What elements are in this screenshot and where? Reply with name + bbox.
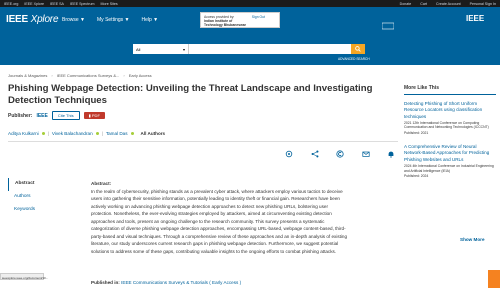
breadcrumb-early-access[interactable]: Early Access	[129, 73, 152, 78]
orcid-icon[interactable]	[130, 132, 134, 135]
page-title: Phishing Webpage Detection: Unveiling th…	[8, 83, 373, 106]
email-icon[interactable]	[362, 150, 370, 160]
global-top-bar: IEEE.org IEEE Xplore IEEE SA IEEE Spectr…	[0, 0, 500, 7]
abstract-line: literature, our study underscores curren…	[91, 241, 339, 247]
cart-link[interactable]: Cart	[420, 2, 427, 6]
breadcrumb-separator: ›	[51, 73, 53, 78]
abstract-line: users into gathering their sensitive inf…	[91, 196, 340, 202]
search-bar: All ▾	[133, 44, 365, 54]
feedback-tab[interactable]	[488, 270, 500, 288]
abstract-line: party-based and visual techniques. Throu…	[91, 233, 348, 239]
personal-sign-in-link[interactable]: Personal Sign In	[470, 2, 496, 6]
institution-line-3: Technology Bhubaneswar	[204, 23, 246, 27]
author-link[interactable]: Tamal Das	[106, 131, 128, 136]
related-article-venue: 2024 4th International Conference on Ind…	[404, 163, 494, 173]
author-link[interactable]: Vivek Balachandran	[52, 131, 93, 136]
institution-access-box: Access provided by: Indian Institute of …	[200, 12, 280, 28]
donate-link[interactable]: Donate	[400, 2, 412, 6]
advanced-search-link[interactable]: ADVANCED SEARCH	[338, 57, 370, 61]
ieee-brand-logo[interactable]: IEEE	[466, 14, 484, 23]
nav-my-settings[interactable]: My Settings ▼	[97, 17, 129, 23]
header-icons	[381, 17, 395, 30]
more-like-this-panel: More Like This Detecting Phishing of Sho…	[404, 85, 496, 178]
published-in-label: Published in:	[91, 280, 120, 285]
related-article-date: Published: 2021	[404, 131, 429, 136]
top-link-more-sites[interactable]: More Sites	[101, 2, 118, 6]
nav-help[interactable]: Help ▼	[141, 17, 158, 23]
publisher-row: Publisher: IEEE Cite This ▮ PDF	[8, 111, 105, 120]
abstract-label: Abstract:	[91, 181, 112, 186]
related-article-date: Published: 2024	[404, 174, 429, 179]
breadcrumb-separator: ›	[123, 73, 125, 78]
orcid-icon[interactable]	[95, 132, 99, 135]
section-nav-keywords[interactable]: Keywords	[8, 204, 76, 217]
breadcrumb-journals[interactable]: Journals & Magazines	[8, 73, 47, 78]
show-more-link[interactable]: Show More	[460, 237, 485, 242]
publisher-label: Publisher:	[8, 112, 33, 119]
section-nav-abstract[interactable]: Abstract	[8, 178, 76, 191]
publisher-name: IEEE	[36, 112, 48, 119]
more-like-this-heading: More Like This	[404, 85, 496, 95]
author-link[interactable]: Aditya Kulkarni	[8, 131, 39, 136]
top-link-ieee-sa[interactable]: IEEE SA	[50, 2, 64, 6]
abstract-line: categorization of diverse phishing webpa…	[91, 226, 346, 232]
top-bar-links: IEEE.org IEEE Xplore IEEE SA IEEE Spectr…	[0, 2, 118, 6]
divider	[8, 141, 398, 142]
all-authors-link[interactable]: All Authors	[141, 131, 166, 136]
published-in: Published in: IEEE Communications Survey…	[91, 280, 241, 285]
alert-bell-icon[interactable]	[387, 150, 395, 160]
nav-browse[interactable]: Browse ▼	[62, 17, 85, 23]
breadcrumb: Journals & Magazines › IEEE Communicatio…	[8, 73, 152, 78]
pdf-label: PDF	[91, 113, 100, 118]
search-button[interactable]	[351, 44, 365, 54]
top-bar-account-links: Donate Cart Create Account Personal Sign…	[400, 2, 500, 6]
ieee-logo-mark-icon	[381, 17, 395, 30]
article-sections-nav: Abstract Authors Keywords	[8, 178, 76, 217]
related-article-title[interactable]: Detecting Phishing of Short Uniform Reso…	[404, 101, 496, 120]
cite-this-button[interactable]: Cite This	[51, 111, 80, 120]
breadcrumb-journal-name[interactable]: IEEE Communications Surveys &...	[57, 73, 120, 78]
abstract-line: protection. Nonetheless, the ever-evolvi…	[91, 211, 332, 217]
related-article-venue: 2021 12th International Conference on Co…	[404, 120, 489, 130]
abstract-line: solutions to address some of these gaps,…	[91, 248, 337, 254]
abstract-line: approaches and tools, present an ongoing…	[91, 218, 325, 224]
section-nav-authors[interactable]: Authors	[8, 191, 76, 204]
abstract-line: In the realm of cybersecurity, phishing …	[91, 188, 343, 194]
orcid-icon[interactable]	[41, 132, 45, 135]
search-icon	[355, 46, 361, 52]
copyright-icon[interactable]	[336, 150, 344, 160]
share-icon[interactable]	[311, 150, 319, 160]
chevron-down-icon: ▾	[182, 47, 185, 52]
logo-main: IEEE	[6, 14, 28, 25]
related-article: A Comprehensive Review of Neural Network…	[404, 144, 496, 178]
top-link-ieee-xplore[interactable]: IEEE Xplore	[24, 2, 44, 6]
related-article: Detecting Phishing of Short Uniform Reso…	[404, 101, 496, 135]
top-link-ieee-spectrum[interactable]: IEEE Spectrum	[70, 2, 95, 6]
search-scope-value: All	[136, 47, 141, 52]
settings-gear-icon[interactable]	[285, 150, 293, 160]
sign-out-link[interactable]: Sign Out	[252, 15, 265, 19]
site-header: IEEE Xplore Browse ▼ My Settings ▼ Help …	[0, 7, 500, 65]
author-separator: |	[101, 131, 103, 136]
status-bar-url: ieeexplore.ieee.org/document/10...	[0, 273, 48, 280]
abstract-section: Abstract: In the realm of cybersecurity,…	[91, 180, 395, 255]
search-scope-select[interactable]: All ▾	[133, 44, 189, 54]
create-account-link[interactable]: Create Account	[436, 2, 461, 6]
ieee-xplore-logo[interactable]: IEEE Xplore	[6, 14, 59, 25]
top-link-ieee-org[interactable]: IEEE.org	[4, 2, 18, 6]
related-article-title[interactable]: A Comprehensive Review of Neural Network…	[404, 144, 496, 163]
logo-sub: Xplore	[30, 14, 59, 25]
published-in-journal-link[interactable]: IEEE Communications Surveys & Tutorials …	[121, 280, 241, 285]
main-nav: Browse ▼ My Settings ▼ Help ▼	[62, 17, 158, 23]
author-separator: |	[47, 131, 49, 136]
abstract-line: actively working on advancing phishing w…	[91, 203, 328, 209]
author-list: Aditya Kulkarni | Vivek Balachandran | T…	[8, 131, 165, 136]
pdf-button[interactable]: ▮ PDF	[83, 112, 105, 119]
search-input[interactable]	[189, 44, 351, 54]
